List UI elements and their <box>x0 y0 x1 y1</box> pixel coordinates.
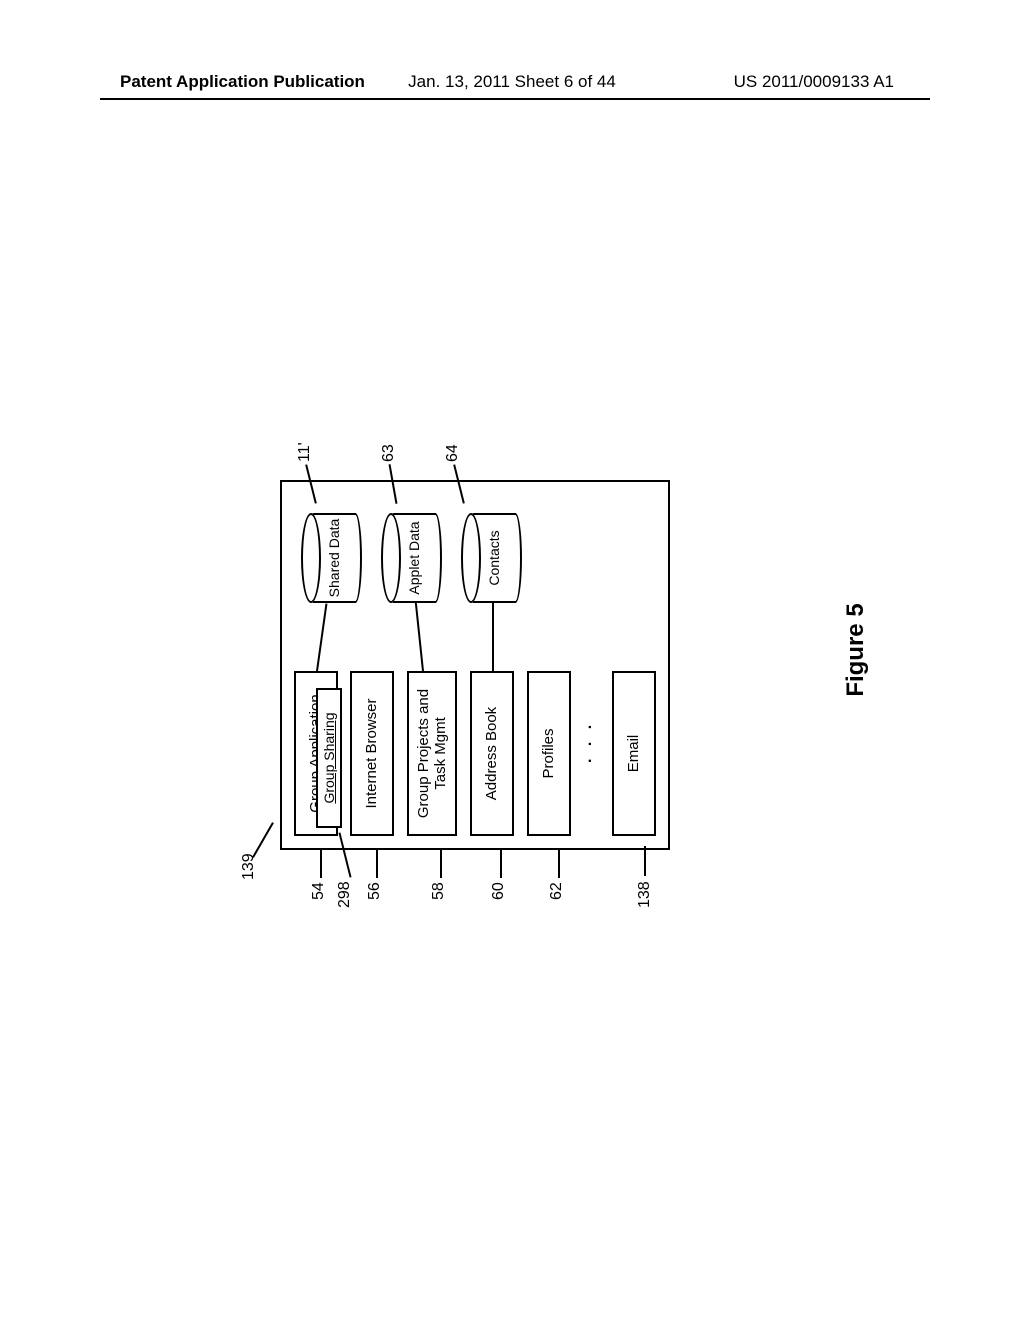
ref-139: 139 <box>240 853 258 880</box>
lead-138 <box>644 846 646 876</box>
link-group-shared <box>316 604 327 672</box>
ref-58: 58 <box>430 882 448 900</box>
header-center: Jan. 13, 2011 Sheet 6 of 44 <box>408 72 616 92</box>
figure-5: 139 Group Application Group Sharing Inte… <box>240 400 800 900</box>
container-139: Group Application Group Sharing Internet… <box>280 480 670 850</box>
box-profiles: Profiles <box>527 671 571 836</box>
figure-caption: Figure 5 <box>842 603 870 696</box>
db-shared-data: Shared Data <box>307 513 362 603</box>
db-contacts-label: Contacts <box>487 530 502 585</box>
lead-54 <box>320 848 322 878</box>
db-applet-data: Applet Data <box>387 513 442 603</box>
ref-64: 64 <box>444 444 462 462</box>
ref-138: 138 <box>636 881 654 908</box>
page-header: Patent Application Publication Jan. 13, … <box>0 72 1024 92</box>
box-group-projects: Group Projects and Task Mgmt <box>407 671 457 836</box>
lead-62 <box>558 848 560 878</box>
ref-11: 11' <box>296 442 314 462</box>
db-shared-label: Shared Data <box>327 519 342 598</box>
lead-56 <box>376 848 378 878</box>
ellipsis: . . . <box>578 721 596 763</box>
header-right: US 2011/0009133 A1 <box>734 72 894 92</box>
header-left: Patent Application Publication <box>120 72 365 92</box>
link-projects-applet <box>415 601 424 671</box>
ref-62: 62 <box>548 882 566 900</box>
lead-139 <box>252 822 274 858</box>
box-group-sharing: Group Sharing <box>316 688 342 828</box>
header-rule <box>100 98 930 100</box>
ref-54: 54 <box>310 882 328 900</box>
lead-60 <box>500 848 502 878</box>
db-applet-label: Applet Data <box>407 521 422 594</box>
box-internet-browser: Internet Browser <box>350 671 394 836</box>
lead-58 <box>440 848 442 878</box>
ref-56: 56 <box>366 882 384 900</box>
db-contacts: Contacts <box>467 513 522 603</box>
figure-wrapper: 139 Group Application Group Sharing Inte… <box>220 350 820 950</box>
link-address-contacts <box>492 603 494 671</box>
box-address-book: Address Book <box>470 671 514 836</box>
ref-298: 298 <box>336 881 354 908</box>
ref-60: 60 <box>490 882 508 900</box>
box-email: Email <box>612 671 656 836</box>
ref-63: 63 <box>380 444 398 462</box>
